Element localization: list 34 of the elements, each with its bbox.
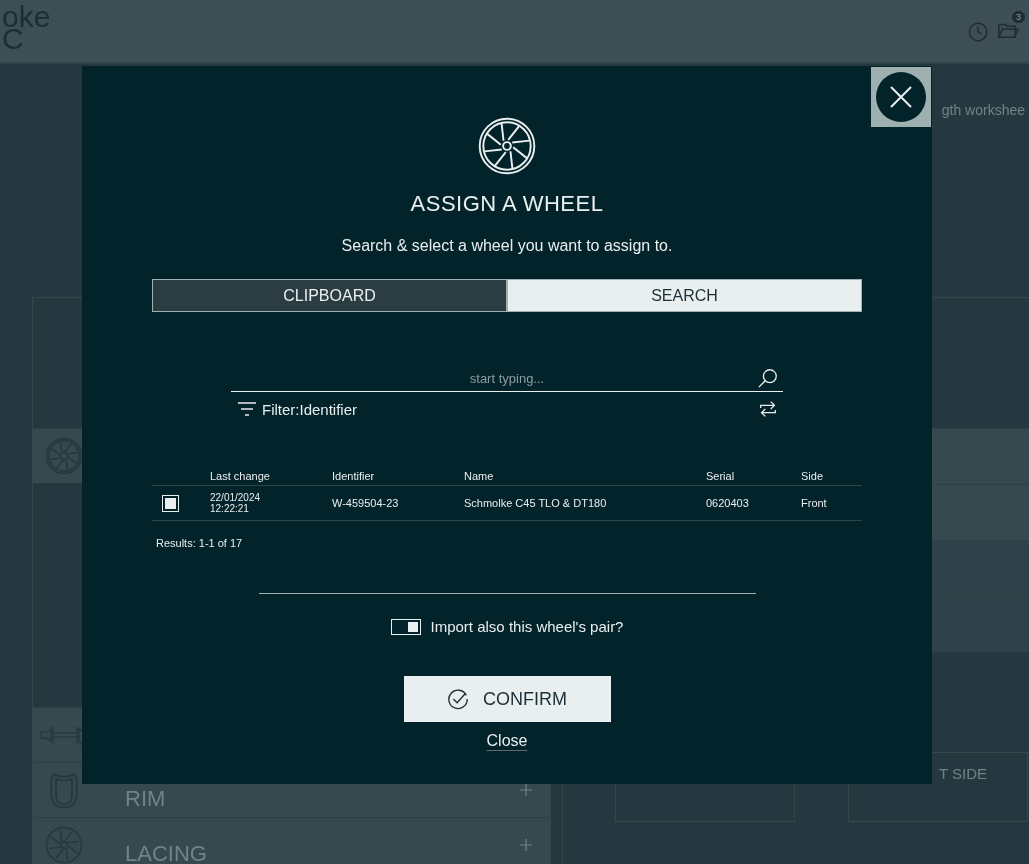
wheel-icon	[45, 437, 83, 475]
filter-icon	[237, 402, 257, 416]
column-header: Last change	[210, 466, 332, 486]
tab[interactable]: SEARCH	[507, 279, 862, 312]
column-header: Name	[464, 466, 706, 486]
column-header: Identifier	[332, 466, 464, 486]
wheel-icon	[478, 117, 536, 175]
side-label: T SIDE	[939, 765, 989, 782]
close-link[interactable]: Close	[486, 732, 528, 750]
dialog-title: ASSIGN A WHEEL	[410, 191, 604, 217]
notification-badge: 3	[1012, 11, 1025, 23]
toggle-switch[interactable]	[390, 618, 421, 635]
results-count: Results: 1-1 of 17	[156, 537, 243, 549]
toggle-label: Import also this wheel's pair?	[430, 618, 624, 635]
close-icon	[873, 69, 929, 125]
dialog-subtitle: Search & select a wheel you want to assign to.	[341, 237, 673, 255]
table-cell: 22/01/2024 12:22:21	[210, 485, 332, 521]
check-circle-icon	[447, 688, 469, 710]
worksheet-text: gth workshee	[941, 102, 1025, 120]
close-button[interactable]	[871, 67, 931, 127]
table-cell: Front	[801, 485, 862, 521]
section-label: RIM	[125, 788, 166, 810]
search-icon[interactable]	[757, 367, 779, 389]
row-checkbox[interactable]	[162, 494, 179, 512]
table-cell: 0620403	[706, 485, 801, 521]
section-label: LACING	[125, 843, 207, 864]
confirm-button[interactable]: CONFIRM	[403, 676, 611, 722]
column-header: Serial	[706, 466, 801, 486]
filter-button[interactable]: Filter:Identifier	[231, 400, 358, 418]
search-field[interactable]: start typing...	[231, 366, 783, 392]
column-header: Side	[801, 466, 862, 486]
tab[interactable]: CLIPBOARD	[152, 279, 507, 312]
table-cell: W-459504-23	[332, 485, 464, 521]
table-cell: Schmolke C45 TLO & DT180	[464, 485, 706, 521]
